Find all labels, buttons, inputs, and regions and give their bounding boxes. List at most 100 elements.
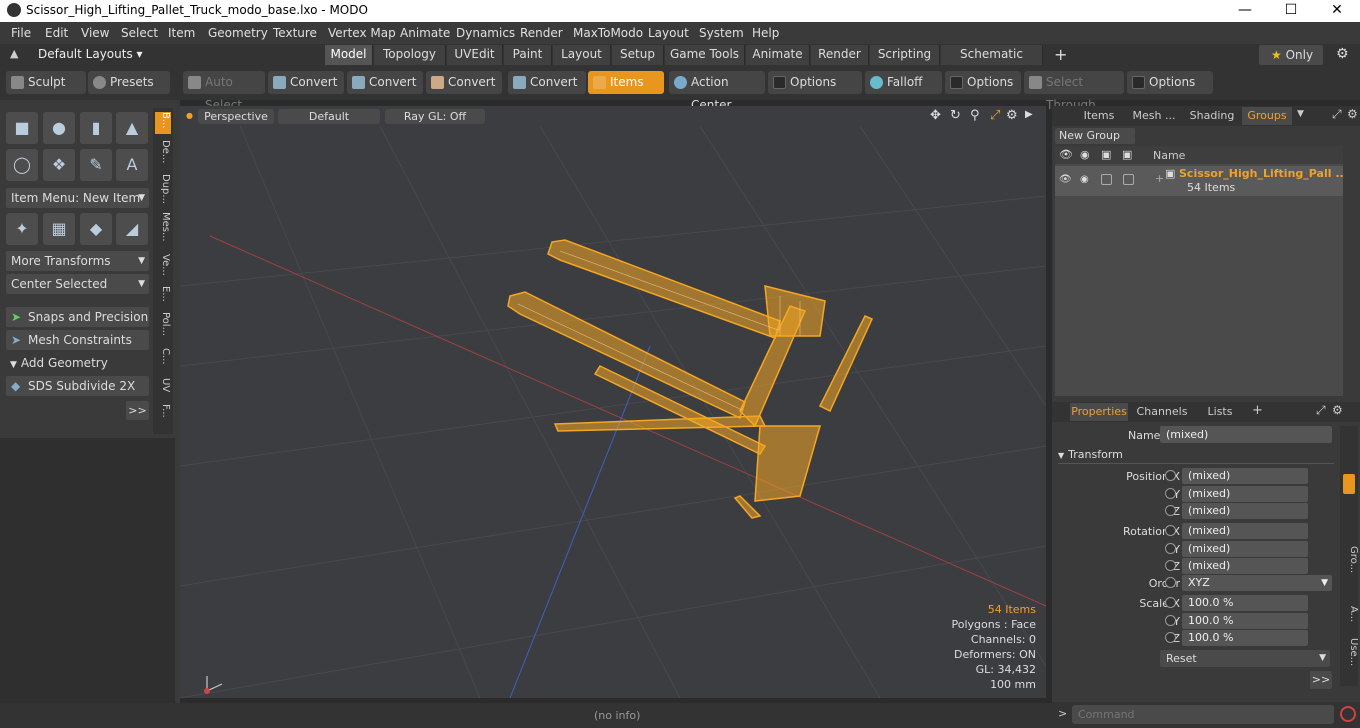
torus-icon[interactable]: ◯ <box>6 149 38 181</box>
rotation-z-field[interactable]: (mixed) <box>1182 558 1308 574</box>
menu-dynamics[interactable]: Dynamics <box>456 26 515 40</box>
scale-z-field[interactable]: 100.0 % <box>1182 630 1308 646</box>
capsule-icon[interactable]: ❖ <box>43 149 75 181</box>
action-center-button[interactable]: Action Center <box>669 71 765 112</box>
group-row[interactable]: 👁 ◉ + ▣ Scissor_High_Lifting_Pall ... 54… <box>1055 166 1348 196</box>
command-input[interactable] <box>1072 705 1334 724</box>
center-selected-dropdown[interactable]: Center Selected ▼ <box>6 274 149 294</box>
mesh-constraints-button[interactable]: ➤ Mesh Constraints <box>6 330 149 350</box>
transform-section-header[interactable]: ▼ Transform <box>1058 448 1334 464</box>
panel-expand-icon[interactable]: ⤢ <box>1332 107 1342 122</box>
minimize-icon[interactable]: — <box>1222 0 1268 22</box>
sphere-icon[interactable]: ● <box>43 112 75 144</box>
new-group-button[interactable]: New Group <box>1055 128 1135 144</box>
menu-edit[interactable]: Edit <box>45 26 68 40</box>
side-tab-user[interactable]: Use... <box>1343 638 1359 666</box>
convert-edges-button[interactable]: Convert <box>347 71 423 94</box>
viewport-settings-icon[interactable]: ⚙ <box>1006 108 1018 123</box>
vtab-duplicate[interactable]: Dup... <box>155 174 171 204</box>
tab-model[interactable]: Model <box>325 45 373 65</box>
vtab-fusion[interactable]: F... <box>155 404 171 418</box>
transform-gizmo-icon[interactable]: ✦ <box>6 213 38 245</box>
vtab-mesh[interactable]: Mes... <box>155 212 171 242</box>
side-tab-assembly[interactable]: A... <box>1343 606 1359 622</box>
tab-topology[interactable]: Topology <box>374 45 446 65</box>
3d-viewport[interactable]: ● Perspective Default Ray GL: Off ✥ ↻ ⚲ … <box>180 106 1046 698</box>
tab-setup[interactable]: Setup <box>612 45 664 65</box>
menu-texture[interactable]: Texture <box>273 26 317 40</box>
cone-icon[interactable]: ▲ <box>116 112 148 144</box>
tab-channels[interactable]: Channels <box>1134 403 1190 421</box>
name-field[interactable]: (mixed) <box>1160 426 1332 443</box>
convert-polygons-button[interactable]: Convert <box>426 71 502 94</box>
menu-layout[interactable]: Layout <box>648 26 689 40</box>
row-eye-icon[interactable]: 👁 <box>1059 174 1072 185</box>
menu-system[interactable]: System <box>699 26 744 40</box>
add-geometry-header[interactable]: ▼ Add Geometry <box>6 353 149 373</box>
menu-item[interactable]: Item <box>168 26 195 40</box>
falloff-options-button[interactable]: Options <box>945 71 1021 94</box>
sds-subdivide-button[interactable]: ◆ SDS Subdivide 2X <box>6 376 149 396</box>
tab-shading[interactable]: Shading <box>1184 107 1240 125</box>
zoom-view-icon[interactable]: ⚲ <box>970 108 980 123</box>
menu-file[interactable]: File <box>11 26 31 40</box>
convert-vertices-button[interactable]: Convert <box>268 71 344 94</box>
perspective-dropdown[interactable]: Perspective <box>198 109 274 124</box>
tabs-dropdown-icon[interactable]: ▼ <box>1297 109 1304 119</box>
props-expand-icon[interactable]: ⤢ <box>1316 403 1326 418</box>
stretch-icon[interactable]: ◢ <box>116 213 148 245</box>
viewport-expand-icon[interactable]: ▶ <box>1025 109 1033 120</box>
add-props-tab-icon[interactable]: + <box>1252 403 1263 418</box>
menu-maxtomodo[interactable]: MaxToModo <box>573 26 643 40</box>
menu-help[interactable]: Help <box>752 26 779 40</box>
deform-icon[interactable]: ◆ <box>80 213 112 245</box>
tab-items[interactable]: Items <box>1074 107 1124 125</box>
rotation-x-field[interactable]: (mixed) <box>1182 523 1308 539</box>
row-lock-checkbox[interactable] <box>1101 174 1112 185</box>
keyframe-dot-icon[interactable] <box>1165 488 1176 499</box>
only-toggle[interactable]: ★ Only <box>1259 45 1323 65</box>
tab-properties[interactable]: Properties <box>1070 403 1128 421</box>
presets-button[interactable]: Presets F6 <box>88 71 170 112</box>
more-tools-button[interactable]: >> <box>126 401 149 420</box>
scale-y-field[interactable]: 100.0 % <box>1182 613 1308 629</box>
tab-uvedit[interactable]: UVEdit <box>447 45 503 65</box>
tab-groups[interactable]: Groups <box>1242 107 1292 125</box>
close-icon[interactable]: ✕ <box>1314 0 1360 22</box>
position-x-field[interactable]: (mixed) <box>1182 468 1308 484</box>
tab-layout[interactable]: Layout <box>553 45 611 65</box>
vtab-vertex[interactable]: Ve... <box>155 254 171 276</box>
add-tab-icon[interactable]: + <box>1054 45 1067 64</box>
tab-lists[interactable]: Lists <box>1196 403 1244 421</box>
cube-icon[interactable]: ■ <box>6 112 38 144</box>
row-select-checkbox[interactable] <box>1123 174 1134 185</box>
layout-arrow-icon[interactable]: ▲ <box>10 47 18 60</box>
auto-select-button[interactable]: Auto Select <box>183 71 265 112</box>
vtab-edge[interactable]: E... <box>155 286 171 302</box>
side-tab-groups[interactable]: Gro... <box>1343 546 1359 573</box>
rotate-view-icon[interactable]: ↻ <box>950 108 961 123</box>
gear-icon[interactable]: ⚙ <box>1336 46 1349 62</box>
item-menu-dropdown[interactable]: Item Menu: New Item ▼ <box>6 188 149 208</box>
more-transforms-dropdown[interactable]: More Transforms ▼ <box>6 251 149 271</box>
vtab-polygon[interactable]: Pol... <box>155 312 171 336</box>
vtab-basic[interactable]: B... <box>155 112 171 134</box>
keyframe-dot-icon[interactable] <box>1165 543 1176 554</box>
maximize-icon[interactable]: ☐ <box>1268 0 1314 22</box>
reset-dropdown[interactable]: Reset ▼ <box>1160 650 1330 667</box>
panel-settings-icon[interactable]: ⚙ <box>1347 107 1358 121</box>
keyframe-dot-icon[interactable] <box>1165 632 1176 643</box>
keyframe-dot-icon[interactable] <box>1165 597 1176 608</box>
menu-render[interactable]: Render <box>520 26 563 40</box>
falloff-button[interactable]: Falloff <box>865 71 942 94</box>
props-side-tab-active[interactable] <box>1343 474 1355 494</box>
shading-dropdown[interactable]: Default <box>278 109 380 124</box>
tab-render[interactable]: Render <box>811 45 869 65</box>
tab-game-tools[interactable]: Game Tools <box>665 45 745 65</box>
tab-animate[interactable]: Animate <box>746 45 810 65</box>
keyframe-dot-icon[interactable] <box>1165 577 1176 588</box>
cylinder-icon[interactable]: ▮ <box>80 112 112 144</box>
vtab-uv[interactable]: UV <box>155 378 171 392</box>
order-dropdown[interactable]: XYZ ▼ <box>1182 575 1332 591</box>
text-tool-icon[interactable]: A <box>116 149 148 181</box>
